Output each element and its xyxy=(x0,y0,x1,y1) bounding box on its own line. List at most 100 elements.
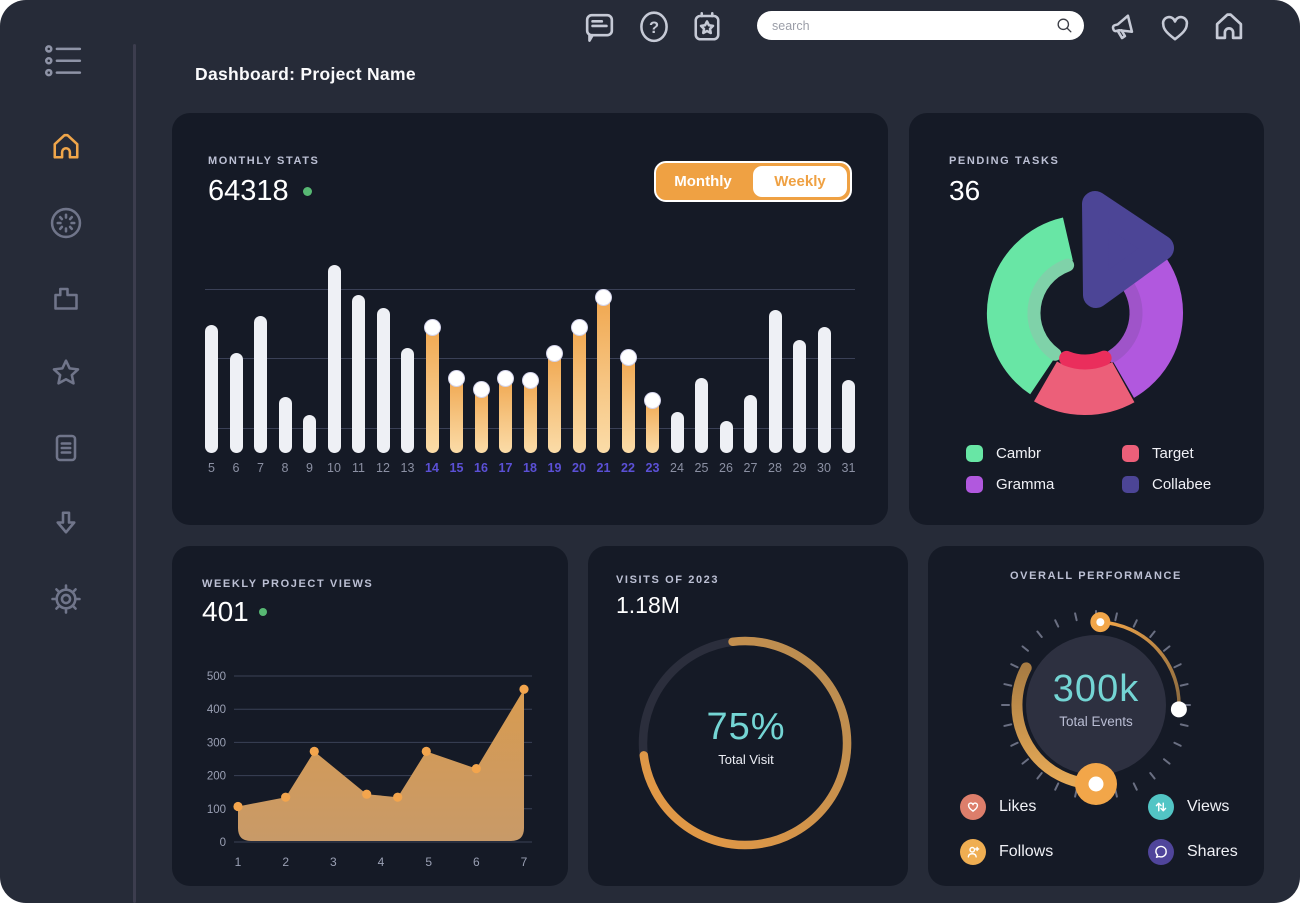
bar-peak-dot xyxy=(621,350,636,365)
bar-day-24[interactable] xyxy=(671,412,684,453)
bar-peak-dot xyxy=(474,382,489,397)
gauge-tick xyxy=(1037,632,1041,637)
bar-day-30[interactable] xyxy=(818,327,831,453)
bar-day-9[interactable] xyxy=(303,415,316,453)
bar-day-23[interactable] xyxy=(646,398,659,453)
pending-tasks-card: PENDING TASKS 36 CambrTargetGrammaCollab… xyxy=(909,113,1264,525)
bar-day-17[interactable] xyxy=(499,376,512,453)
sidebar-item-projects[interactable] xyxy=(48,280,84,316)
gauge-tick xyxy=(1004,684,1011,686)
bar-label-13: 13 xyxy=(401,461,414,475)
bar-label-15: 15 xyxy=(450,461,463,475)
gridline xyxy=(205,358,855,359)
legend-item-target[interactable]: Target xyxy=(1122,445,1211,462)
data-point-4[interactable] xyxy=(393,793,402,802)
menu-icon[interactable] xyxy=(44,43,92,80)
data-point-5[interactable] xyxy=(422,747,431,756)
bar-day-8[interactable] xyxy=(279,397,292,453)
bar-day-10[interactable] xyxy=(328,265,341,453)
data-point-2[interactable] xyxy=(310,747,319,756)
sidebar-item-settings[interactable] xyxy=(48,581,84,617)
help-icon[interactable]: ? xyxy=(636,8,672,45)
gauge-tick xyxy=(1150,632,1154,637)
donut-inner-gramma[interactable] xyxy=(1113,288,1136,356)
y-tick-200: 200 xyxy=(207,771,226,783)
legend-label: Cambr xyxy=(996,445,1041,462)
bar-label-31: 31 xyxy=(842,461,855,475)
data-point-0[interactable] xyxy=(233,802,242,811)
legend-item-likes[interactable]: Likes xyxy=(960,794,1148,820)
megaphone-icon[interactable] xyxy=(1104,9,1142,45)
monthly-bar-chart xyxy=(205,261,855,453)
legend-label: Target xyxy=(1152,445,1194,462)
trend-dot xyxy=(259,608,267,616)
data-point-7[interactable] xyxy=(519,685,528,694)
gauge-tick xyxy=(1164,646,1169,650)
gauge-knob-dot xyxy=(1089,777,1104,792)
bar-day-27[interactable] xyxy=(744,395,757,453)
donut-segment-target[interactable] xyxy=(1046,381,1124,392)
legend-label: Views xyxy=(1187,798,1229,816)
gridline xyxy=(205,289,855,290)
bar-day-26[interactable] xyxy=(720,421,733,453)
bar-day-20[interactable] xyxy=(573,325,586,453)
bar-day-22[interactable] xyxy=(622,355,635,453)
chat-icon[interactable] xyxy=(581,9,618,46)
bar-label-19: 19 xyxy=(548,461,561,475)
legend-item-shares[interactable]: Shares xyxy=(1148,839,1238,865)
legend-item-cambr[interactable]: Cambr xyxy=(966,445,1122,462)
bar-day-21[interactable] xyxy=(597,295,610,453)
data-point-3[interactable] xyxy=(362,790,371,799)
data-point-6[interactable] xyxy=(472,764,481,773)
gauge-marker-top[interactable] xyxy=(1093,615,1107,629)
bar-day-25[interactable] xyxy=(695,378,708,453)
bar-label-10: 10 xyxy=(328,461,341,475)
bar-day-18[interactable] xyxy=(524,378,537,453)
legend-label: Collabee xyxy=(1152,476,1211,493)
sidebar-item-home[interactable] xyxy=(48,128,84,164)
heart-icon[interactable] xyxy=(1157,11,1193,44)
bar-day-15[interactable] xyxy=(450,376,463,453)
search-input[interactable] xyxy=(757,11,1084,40)
bar-day-12[interactable] xyxy=(377,308,390,453)
toggle-monthly-button[interactable]: Monthly xyxy=(656,163,750,200)
sidebar-item-download[interactable] xyxy=(48,506,84,542)
sidebar-item-reports[interactable] xyxy=(48,430,84,466)
bar-label-18: 18 xyxy=(524,461,537,475)
x-tick-4: 4 xyxy=(378,855,385,869)
bar-day-14[interactable] xyxy=(426,325,439,453)
bar-label-9: 9 xyxy=(303,461,316,475)
donut-inner-target[interactable] xyxy=(1067,358,1105,362)
toggle-weekly-button[interactable]: Weekly xyxy=(753,166,847,197)
legend-item-gramma[interactable]: Gramma xyxy=(966,476,1122,493)
bar-day-31[interactable] xyxy=(842,380,855,453)
bar-label-23: 23 xyxy=(646,461,659,475)
data-point-1[interactable] xyxy=(281,793,290,802)
home-icon[interactable] xyxy=(1210,7,1248,45)
bar-day-11[interactable] xyxy=(352,295,365,453)
weekly-views-label: WEEKLY PROJECT VIEWS xyxy=(202,578,373,590)
bar-day-5[interactable] xyxy=(205,325,218,453)
bar-day-7[interactable] xyxy=(254,316,267,453)
bar-day-16[interactable] xyxy=(475,387,488,453)
sidebar-item-favorites[interactable] xyxy=(48,355,84,391)
bar-day-19[interactable] xyxy=(548,351,561,453)
search-icon[interactable] xyxy=(1055,16,1074,35)
legend-item-collabee[interactable]: Collabee xyxy=(1122,476,1211,493)
bar-day-13[interactable] xyxy=(401,348,414,453)
period-toggle[interactable]: Monthly Weekly xyxy=(654,161,852,202)
bar-peak-dot xyxy=(547,346,562,361)
bar-day-6[interactable] xyxy=(230,353,243,453)
legend-item-views[interactable]: Views xyxy=(1148,794,1238,820)
bar-day-29[interactable] xyxy=(793,340,806,453)
legend-swatch xyxy=(966,445,983,462)
calendar-star-icon[interactable] xyxy=(689,8,725,45)
gauge-tick xyxy=(1037,773,1041,778)
gauge-tick xyxy=(1115,613,1117,620)
area-fill xyxy=(238,689,524,841)
gauge-face xyxy=(1026,635,1166,775)
bar-day-28[interactable] xyxy=(769,310,782,453)
sidebar-item-activity[interactable] xyxy=(48,205,84,241)
legend-item-follows[interactable]: Follows xyxy=(960,839,1148,865)
gauge-marker-right[interactable] xyxy=(1171,701,1187,717)
